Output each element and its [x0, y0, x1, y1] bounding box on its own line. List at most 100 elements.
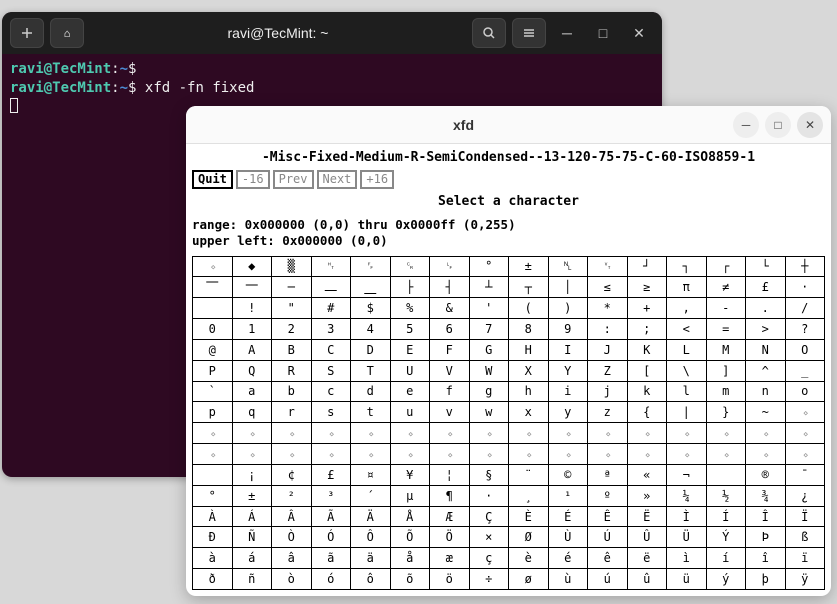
- char-cell[interactable]: -: [706, 298, 746, 319]
- char-cell[interactable]: !: [232, 298, 272, 319]
- char-cell[interactable]: æ: [430, 548, 470, 569]
- char-cell[interactable]: +: [627, 298, 667, 319]
- char-cell[interactable]: │: [548, 277, 588, 298]
- char-cell[interactable]: Ý: [706, 527, 746, 548]
- char-cell[interactable]: m: [706, 381, 746, 402]
- char-cell[interactable]: c: [311, 381, 351, 402]
- char-cell[interactable]: ²: [272, 485, 312, 506]
- char-cell[interactable]: ä: [351, 548, 391, 569]
- char-cell[interactable]: î: [746, 548, 786, 569]
- char-cell[interactable]: ¹: [548, 485, 588, 506]
- close-button[interactable]: ✕: [797, 112, 823, 138]
- char-cell[interactable]: ␍: [390, 256, 430, 277]
- char-cell[interactable]: å: [390, 548, 430, 569]
- char-cell[interactable]: ⋄: [193, 423, 233, 444]
- char-cell[interactable]: µ: [390, 485, 430, 506]
- char-cell[interactable]: F: [430, 339, 470, 360]
- char-cell[interactable]: ␌: [351, 256, 391, 277]
- char-cell[interactable]: ⎽: [351, 277, 391, 298]
- char-cell[interactable]: I: [548, 339, 588, 360]
- char-cell[interactable]: x: [509, 402, 549, 423]
- char-cell[interactable]: ð: [193, 569, 233, 590]
- char-cell[interactable]: D: [351, 339, 391, 360]
- char-cell[interactable]: ⋄: [351, 444, 391, 465]
- char-cell[interactable]: ö: [430, 569, 470, 590]
- char-cell[interactable]: Í: [706, 506, 746, 527]
- char-cell[interactable]: *: [588, 298, 628, 319]
- char-cell[interactable]: ⋄: [469, 423, 509, 444]
- char-cell[interactable]: /: [785, 298, 825, 319]
- char-cell[interactable]: ã: [311, 548, 351, 569]
- char-cell[interactable]: ␊: [430, 256, 470, 277]
- char-cell[interactable]: J: [588, 339, 628, 360]
- char-cell[interactable]: ⋄: [351, 423, 391, 444]
- char-cell[interactable]: ⋄: [627, 444, 667, 465]
- char-cell[interactable]: w: [469, 402, 509, 423]
- char-cell[interactable]: ·: [785, 277, 825, 298]
- char-cell[interactable]: ¢: [272, 464, 312, 485]
- char-cell[interactable]: p: [193, 402, 233, 423]
- char-cell[interactable]: ─: [272, 277, 312, 298]
- close-button[interactable]: ✕: [624, 18, 654, 48]
- char-cell[interactable]: ⋄: [469, 444, 509, 465]
- char-cell[interactable]: (: [509, 298, 549, 319]
- char-cell[interactable]: û: [627, 569, 667, 590]
- char-cell[interactable]: Ø: [509, 527, 549, 548]
- char-cell[interactable]: ┘: [627, 256, 667, 277]
- maximize-button[interactable]: □: [588, 18, 618, 48]
- quit-button[interactable]: Quit: [192, 170, 233, 189]
- char-cell[interactable]: é: [548, 548, 588, 569]
- char-cell[interactable]: º: [588, 485, 628, 506]
- next16-button[interactable]: +16: [360, 170, 394, 189]
- char-cell[interactable]: r: [272, 402, 312, 423]
- char-cell[interactable]: a: [232, 381, 272, 402]
- char-cell[interactable]: P: [193, 360, 233, 381]
- char-cell[interactable]: ]: [706, 360, 746, 381]
- char-cell[interactable]: 5: [390, 319, 430, 340]
- char-cell[interactable]: O: [785, 339, 825, 360]
- char-cell[interactable]: 8: [509, 319, 549, 340]
- char-cell[interactable]: ⋄: [509, 423, 549, 444]
- char-cell[interactable]: [193, 464, 233, 485]
- char-cell[interactable]: ë: [627, 548, 667, 569]
- char-cell[interactable]: ³: [311, 485, 351, 506]
- new-tab-button[interactable]: [10, 18, 44, 48]
- char-cell[interactable]: q: [232, 402, 272, 423]
- char-cell[interactable]: °: [469, 256, 509, 277]
- char-cell[interactable]: b: [272, 381, 312, 402]
- char-cell[interactable]: k: [627, 381, 667, 402]
- char-cell[interactable]: {: [627, 402, 667, 423]
- char-cell[interactable]: C: [311, 339, 351, 360]
- char-cell[interactable]: u: [390, 402, 430, 423]
- char-cell[interactable]: ': [469, 298, 509, 319]
- char-cell[interactable]: ␋: [588, 256, 628, 277]
- char-cell[interactable]: £: [311, 464, 351, 485]
- char-cell[interactable]: Ú: [588, 527, 628, 548]
- char-cell[interactable]: ¯: [785, 464, 825, 485]
- char-cell[interactable]: ⋄: [785, 423, 825, 444]
- char-cell[interactable]: ⋄: [746, 444, 786, 465]
- char-cell[interactable]: =: [706, 319, 746, 340]
- char-cell[interactable]: _: [785, 360, 825, 381]
- char-cell[interactable]: ¼: [667, 485, 707, 506]
- char-cell[interactable]: ò: [272, 569, 312, 590]
- char-cell[interactable]: K: [627, 339, 667, 360]
- char-cell[interactable]: n: [746, 381, 786, 402]
- char-cell[interactable]: Î: [746, 506, 786, 527]
- char-cell[interactable]: \: [667, 360, 707, 381]
- char-cell[interactable]: ¨: [509, 464, 549, 485]
- char-cell[interactable]: ?: [785, 319, 825, 340]
- char-cell[interactable]: v: [430, 402, 470, 423]
- char-cell[interactable]: ⋄: [706, 444, 746, 465]
- char-cell[interactable]: #: [311, 298, 351, 319]
- char-cell[interactable]: `: [193, 381, 233, 402]
- char-cell[interactable]: Ò: [272, 527, 312, 548]
- char-cell[interactable]: ┐: [667, 256, 707, 277]
- char-cell[interactable]: ®: [746, 464, 786, 485]
- char-cell[interactable]: ø: [509, 569, 549, 590]
- char-cell[interactable]: W: [469, 360, 509, 381]
- char-cell[interactable]: ⋄: [588, 444, 628, 465]
- char-cell[interactable]: ¿: [785, 485, 825, 506]
- char-cell[interactable]: L: [667, 339, 707, 360]
- char-cell[interactable]: ì: [667, 548, 707, 569]
